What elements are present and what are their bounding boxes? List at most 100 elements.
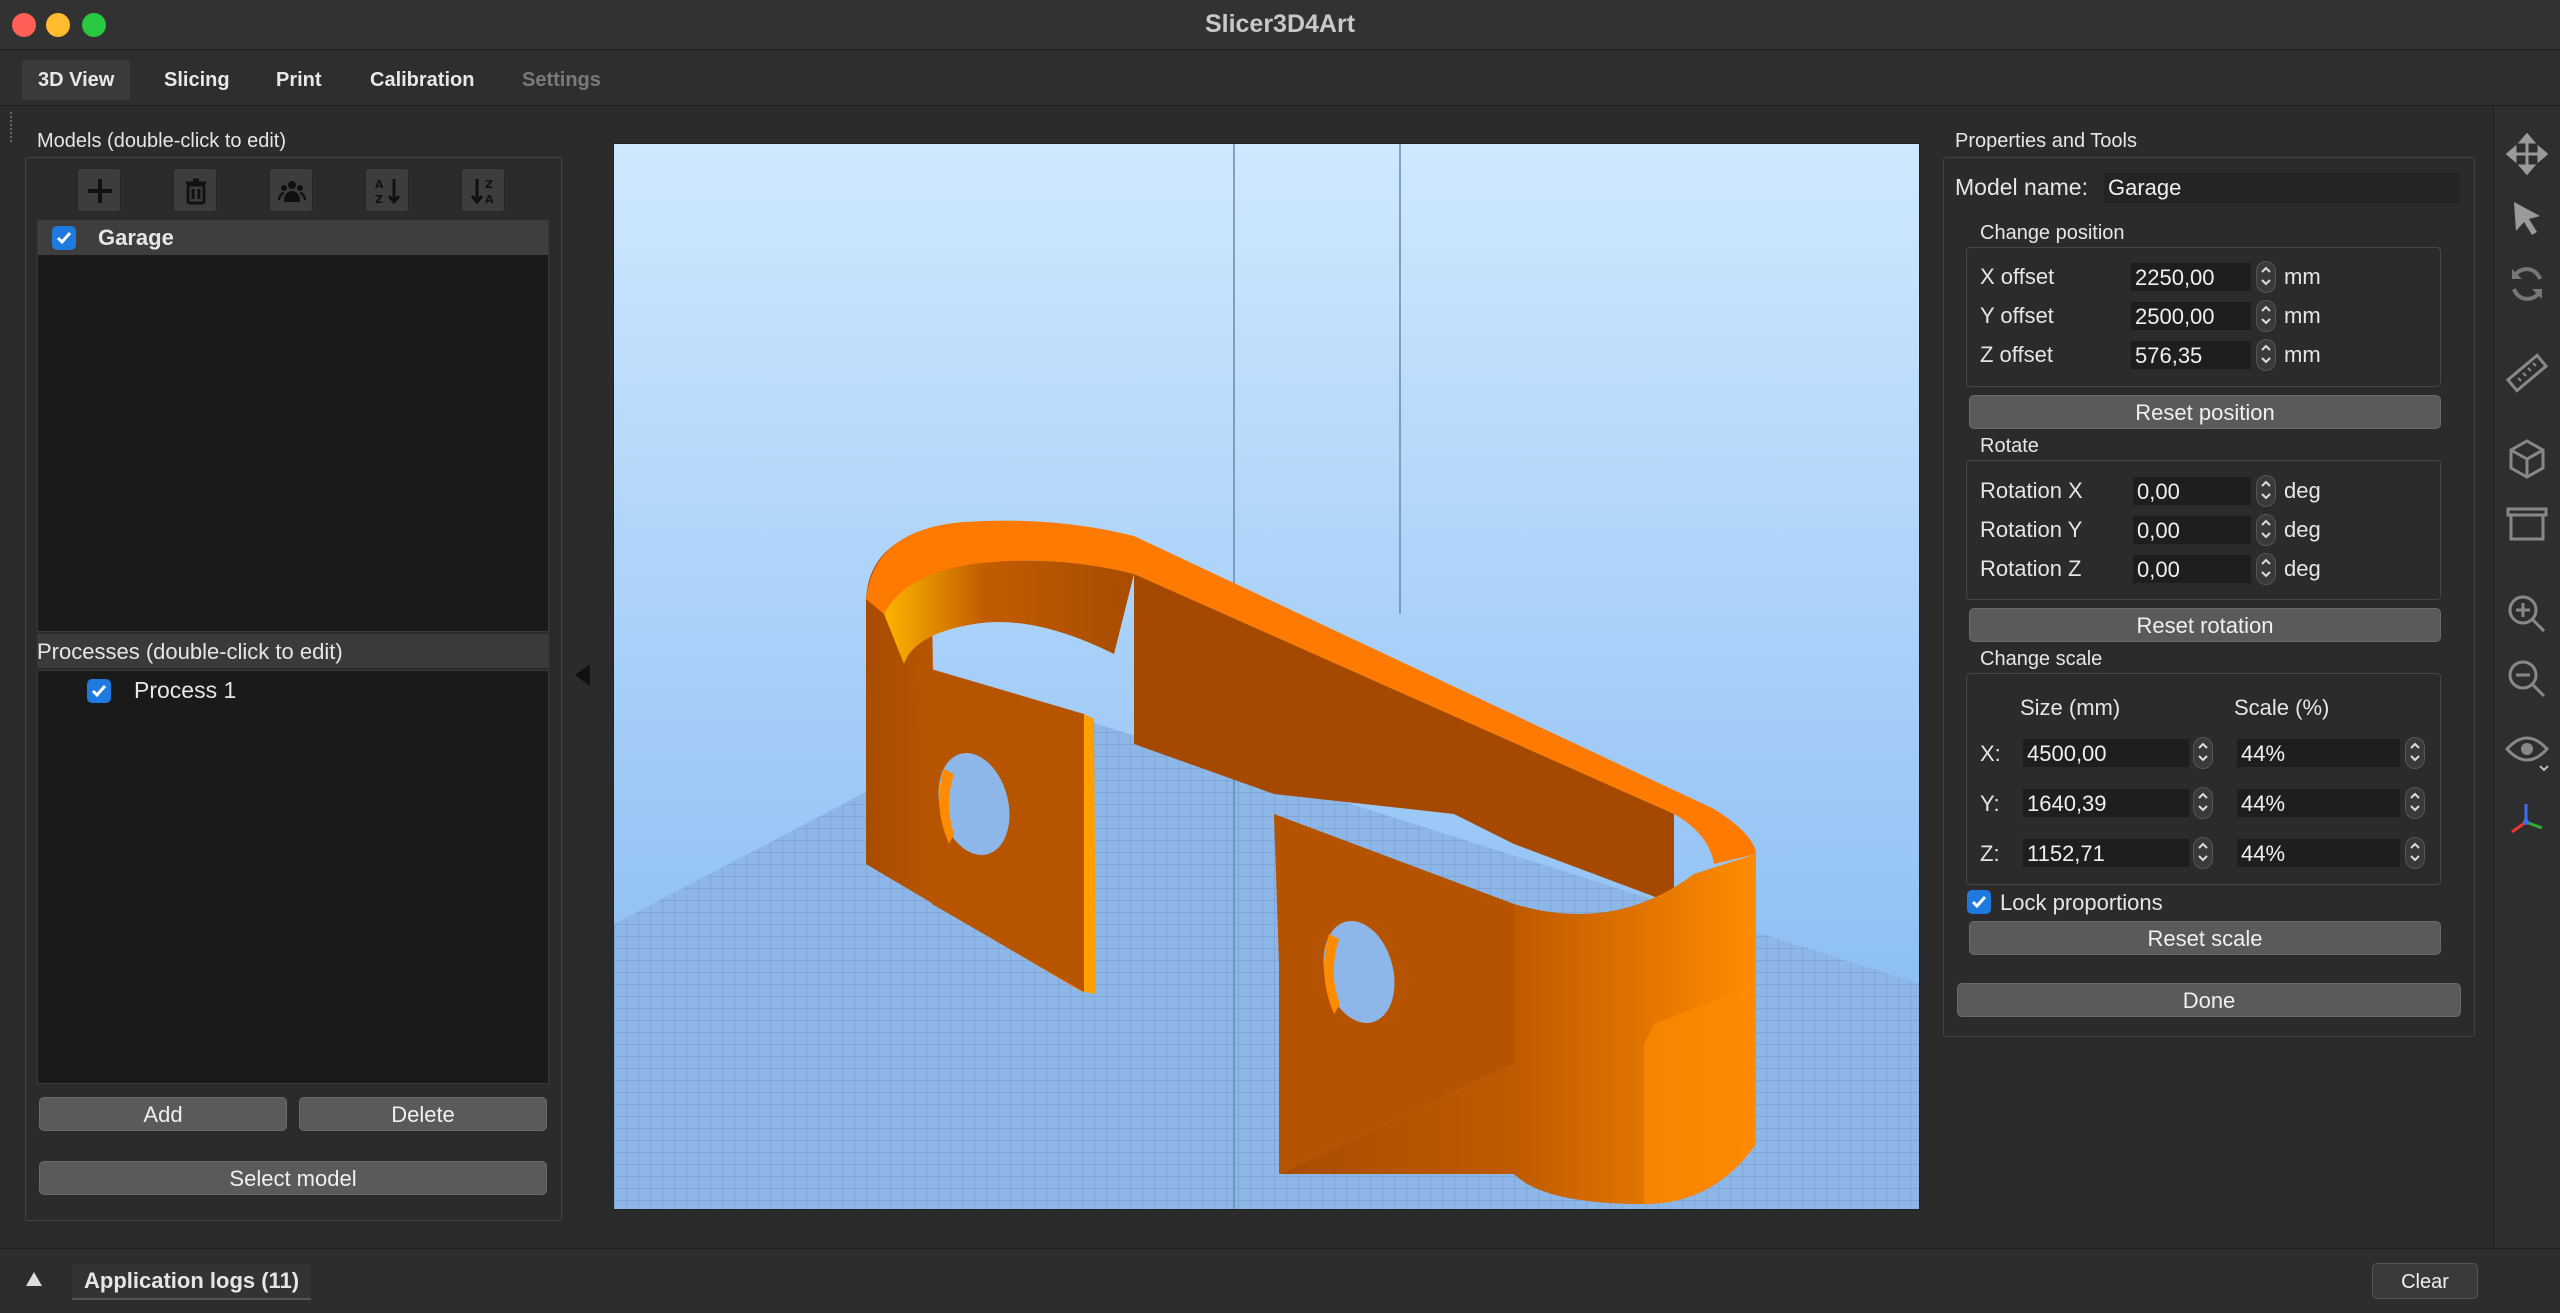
z-offset-input[interactable]: 576,35 [2130,340,2252,370]
rotation-z-stepper[interactable] [2256,553,2276,585]
list-item[interactable]: Garage [38,221,548,255]
scale-axis-label: X: [1980,741,2001,766]
scale-x-stepper[interactable] [2405,737,2425,769]
rotation-y-unit: deg [2284,517,2321,542]
window-title: Slicer3D4Art [1204,10,1356,38]
select-cursor-icon[interactable] [2504,196,2550,242]
svg-text:A: A [485,193,494,206]
tab-3d-view[interactable]: 3D View [22,60,131,100]
size-z-input[interactable]: 1152,71 [2022,838,2190,868]
rotation-y-label: Rotation Y [1980,517,2083,542]
done-button[interactable]: Done [1957,983,2461,1017]
rotation-z-input[interactable]: 0,00 [2132,554,2252,584]
model-name-label: Model name: [1955,174,2088,200]
move-icon[interactable] [2504,131,2550,177]
box-icon[interactable] [2504,501,2550,547]
rotation-y-input[interactable]: 0,00 [2132,515,2252,545]
size-x-input[interactable]: 4500,00 [2022,738,2190,768]
axes-icon[interactable] [2504,796,2550,842]
processes-list[interactable]: Process 1 [37,670,549,1084]
stepper-arrows-icon [2261,480,2271,500]
rotation-x-label: Rotation X [1980,478,2083,503]
tab-calibration[interactable]: Calibration [354,60,490,100]
z-offset-stepper[interactable] [2256,339,2276,371]
models-list[interactable]: Garage [37,220,549,632]
x-offset-input[interactable]: 2250,00 [2130,262,2252,292]
reset-scale-button[interactable]: Reset scale [1969,921,2441,955]
scale-axis-label: Z: [1980,841,2000,866]
rotation-x-input[interactable]: 0,00 [2132,476,2252,506]
svg-text:Z: Z [485,178,493,191]
process-name-label: Process 1 [134,677,237,703]
expand-logs-icon[interactable] [24,1269,44,1289]
scale-section-title: Change scale [1980,648,2103,670]
stepper-arrows-icon [2198,742,2208,762]
stepper-arrows-icon [2261,558,2271,578]
sort-az-button[interactable]: AZ [365,168,409,212]
x-offset-stepper[interactable] [2256,261,2276,293]
stepper-arrows-icon [2410,842,2420,862]
add-process-button[interactable]: Add [39,1097,287,1131]
group-models-button[interactable] [269,168,313,212]
size-y-input[interactable]: 1640,39 [2022,788,2190,818]
model-name-input[interactable]: Garage [2103,172,2461,204]
scale-y-input[interactable]: 44% [2236,788,2401,818]
ruler-icon[interactable] [2504,351,2550,397]
x-offset-label: X offset [1980,264,2055,289]
rotate-icon[interactable] [2504,261,2550,307]
size-column-header: Size (mm) [2020,695,2121,720]
scale-z-input[interactable]: 44% [2236,838,2401,868]
model-visible-checkbox[interactable] [52,226,76,250]
sort-za-button[interactable]: ZA [461,168,505,212]
select-model-button[interactable]: Select model [39,1161,547,1195]
position-section-title: Change position [1980,222,2125,244]
processes-panel-title: Processes (double-click to edit) [37,639,343,664]
clear-logs-button[interactable]: Clear [2372,1263,2478,1299]
zoom-in-icon[interactable] [2504,591,2550,637]
y-offset-input[interactable]: 2500,00 [2130,301,2252,331]
3d-scene[interactable] [614,144,1920,1210]
status-bar: Application logs (11) Clear [0,1248,2560,1313]
sort-za-icon: ZA [470,178,494,206]
rotation-y-stepper[interactable] [2256,514,2276,546]
application-logs-tab[interactable]: Application logs (11) [72,1264,312,1300]
check-icon [1971,896,1987,909]
toolbar-grip[interactable] [10,112,14,142]
y-offset-stepper[interactable] [2256,300,2276,332]
stepper-arrows-icon [2410,742,2420,762]
delete-model-button[interactable] [173,168,217,212]
list-item[interactable]: Process 1 [38,671,548,711]
rotation-section-title: Rotate [1980,435,2039,457]
zoom-out-icon[interactable] [2504,656,2550,702]
x-offset-unit: mm [2284,264,2321,289]
scale-x-input[interactable]: 44% [2236,738,2401,768]
eye-icon[interactable] [2504,726,2550,772]
models-panel-title: Models (double-click to edit) [37,130,286,152]
rotation-x-stepper[interactable] [2256,475,2276,507]
stepper-arrows-icon [2261,519,2271,539]
lock-proportions-checkbox[interactable] [1967,890,1991,914]
tab-slicing[interactable]: Slicing [148,60,246,100]
sort-az-icon: AZ [375,178,401,206]
tab-settings: Settings [522,69,601,91]
tab-print[interactable]: Print [260,60,338,100]
scale-z-stepper[interactable] [2405,837,2425,869]
scale-y-stepper[interactable] [2405,787,2425,819]
process-enabled-checkbox[interactable] [87,679,111,703]
add-model-button[interactable] [77,168,121,212]
y-offset-unit: mm [2284,303,2321,328]
size-z-stepper[interactable] [2193,837,2213,869]
3d-viewport[interactable] [613,143,1920,1210]
size-y-stepper[interactable] [2193,787,2213,819]
size-x-stepper[interactable] [2193,737,2213,769]
scale-column-header: Scale (%) [2234,695,2330,720]
reset-position-button[interactable]: Reset position [1969,395,2441,429]
reset-rotation-button[interactable]: Reset rotation [1969,608,2441,642]
delete-process-button[interactable]: Delete [299,1097,547,1131]
stepper-arrows-icon [2410,792,2420,812]
title-bar: Slicer3D4Art [0,0,2560,50]
cube-icon[interactable] [2504,436,2550,482]
z-offset-label: Z offset [1980,342,2053,367]
stepper-arrows-icon [2198,792,2208,812]
collapse-panel-icon[interactable] [572,662,592,688]
